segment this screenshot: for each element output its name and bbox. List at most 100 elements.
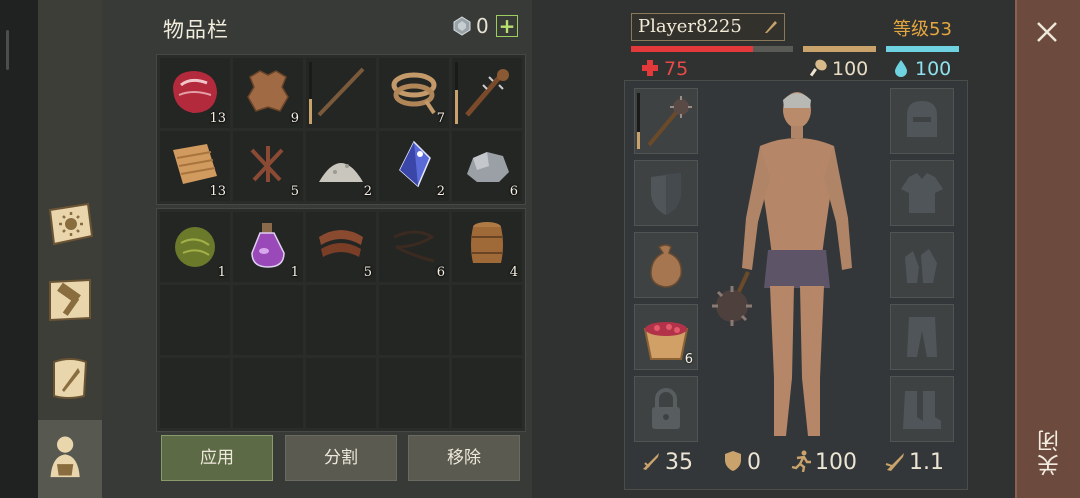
padlock-icon xyxy=(652,388,680,429)
gloves-icon xyxy=(905,249,937,283)
player-level: 等级53 xyxy=(893,19,952,40)
sand-pile-icon xyxy=(319,163,363,182)
gloves-slot[interactable] xyxy=(890,232,954,298)
leather-strip-icon xyxy=(319,230,363,257)
running-man-icon xyxy=(791,450,811,473)
screen-edge xyxy=(0,0,38,498)
empty-slot[interactable] xyxy=(160,285,230,355)
item-count: 13 xyxy=(209,184,226,199)
gem-count: 0 xyxy=(476,14,489,38)
empty-slot[interactable] xyxy=(233,285,303,355)
defense-value: 0 xyxy=(747,450,761,475)
stone-icon xyxy=(467,152,509,182)
hammer-icon xyxy=(49,278,91,322)
nails-icon xyxy=(250,146,284,182)
edge-notch xyxy=(6,30,9,70)
inventory-slot[interactable]: 4 xyxy=(452,212,522,282)
inventory-slot[interactable]: 5 xyxy=(233,131,303,201)
boots-slot[interactable] xyxy=(890,376,954,442)
item-count: 13 xyxy=(209,111,226,126)
empty-slot[interactable] xyxy=(160,358,230,428)
health-cross-icon xyxy=(642,60,658,76)
pants-slot[interactable] xyxy=(890,304,954,370)
item-count: 2 xyxy=(436,184,445,199)
potion-icon xyxy=(251,223,285,268)
durability-bar-fill xyxy=(309,99,312,124)
hunger-bar xyxy=(803,46,876,52)
inventory-slot[interactable]: 1 xyxy=(233,212,303,282)
bag-slot[interactable] xyxy=(634,232,698,298)
item-count: 5 xyxy=(290,184,299,199)
health-bar xyxy=(631,46,793,52)
inventory-slot[interactable]: 6 xyxy=(452,131,522,201)
player-name[interactable]: Player8225 xyxy=(631,13,785,41)
close-panel[interactable] xyxy=(1015,0,1080,498)
thirst-bar xyxy=(886,46,959,52)
item-count: 9 xyxy=(290,111,299,126)
shirt-icon xyxy=(901,173,943,213)
edit-quill-icon[interactable] xyxy=(763,19,779,35)
close-label[interactable]: 关闭 xyxy=(1035,428,1063,476)
chest-slot[interactable] xyxy=(890,160,954,226)
empty-slot[interactable] xyxy=(379,358,449,428)
inventory-slot[interactable]: 13 xyxy=(160,58,230,128)
sword-icon xyxy=(643,453,659,470)
durability-bar-fill xyxy=(455,89,458,124)
pants-icon xyxy=(907,317,937,357)
weapon-slot[interactable] xyxy=(634,88,698,154)
weight-value: 1.1 xyxy=(909,450,944,475)
inventory-title: 物品栏 xyxy=(163,18,229,42)
character-tab-active[interactable] xyxy=(38,420,102,498)
close-icon[interactable] xyxy=(1033,18,1061,46)
empty-slot[interactable] xyxy=(452,358,522,428)
empty-slot[interactable] xyxy=(306,358,376,428)
inventory-slot[interactable]: 2 xyxy=(379,131,449,201)
barrel-icon xyxy=(471,222,503,263)
inventory-slot[interactable]: 13 xyxy=(160,131,230,201)
empty-slot[interactable] xyxy=(452,285,522,355)
remove-button[interactable]: 移除 xyxy=(408,435,520,481)
hunger-value: 100 xyxy=(832,58,869,80)
inventory-slot[interactable]: 5 xyxy=(306,212,376,282)
thirst-bar-fill xyxy=(886,46,959,52)
attack-stat: 35 xyxy=(640,450,693,475)
add-gems-button[interactable]: + xyxy=(496,15,518,37)
helmet-slot[interactable] xyxy=(890,88,954,154)
item-count: 7 xyxy=(436,111,445,126)
inventory-slot[interactable] xyxy=(306,58,376,128)
weight-boot-icon xyxy=(885,453,904,471)
empty-slot[interactable] xyxy=(306,285,376,355)
inventory-slot[interactable]: 7 xyxy=(379,58,449,128)
skills-book-button[interactable] xyxy=(44,196,96,252)
sack-icon xyxy=(650,244,682,288)
inventory-slot[interactable] xyxy=(452,58,522,128)
locked-slot[interactable] xyxy=(634,376,698,442)
item-count: 1 xyxy=(290,265,299,280)
inventory-slot[interactable]: 9 xyxy=(233,58,303,128)
character-bust-icon xyxy=(50,436,80,478)
helmet-icon xyxy=(907,101,937,137)
leather-hide-icon xyxy=(247,70,289,112)
inventory-slot[interactable]: 2 xyxy=(306,131,376,201)
spiked-mace-icon xyxy=(647,96,692,147)
rope-icon xyxy=(391,72,437,115)
empty-slot[interactable] xyxy=(379,285,449,355)
shield-slot[interactable] xyxy=(634,160,698,226)
durability-bar xyxy=(309,62,312,124)
inventory-slot[interactable]: 1 xyxy=(160,212,230,282)
gem-icon xyxy=(453,16,471,36)
water-drop-icon xyxy=(895,60,907,77)
fiber-coil-icon xyxy=(393,230,435,263)
basket-slot[interactable]: 6 xyxy=(634,304,698,370)
inventory-slot[interactable]: 6 xyxy=(379,212,449,282)
backpack-grid: 13 9 7 13 5 2 2 6 xyxy=(156,54,526,205)
split-button[interactable]: 分割 xyxy=(285,435,397,481)
journal-button[interactable] xyxy=(44,350,96,406)
crafting-button[interactable] xyxy=(44,272,96,328)
apply-button[interactable]: 应用 xyxy=(161,435,273,481)
empty-slot[interactable] xyxy=(233,358,303,428)
health-stat: 75 xyxy=(640,58,688,80)
speed-stat: 100 xyxy=(790,450,857,475)
hunger-stat: 100 xyxy=(808,58,868,80)
hunger-bar-fill xyxy=(803,46,876,52)
